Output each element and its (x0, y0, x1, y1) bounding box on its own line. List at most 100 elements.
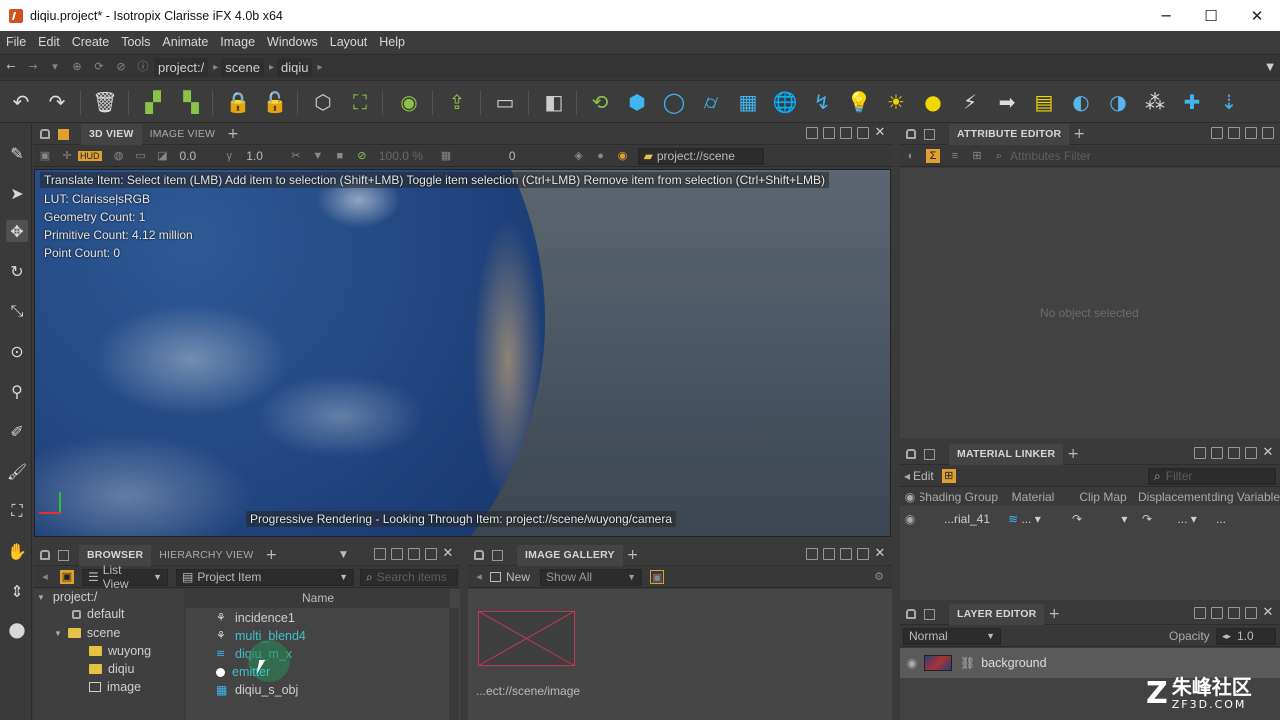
menu-image[interactable]: Image (214, 35, 261, 49)
maximize-panel-icon[interactable] (1245, 607, 1257, 619)
tab-dropdown-icon[interactable]: ▼ (340, 550, 347, 560)
group-icon[interactable]: ▞ (140, 89, 166, 115)
split-horizontal-icon[interactable] (823, 548, 835, 560)
shading-ball-icon[interactable]: ● (6, 617, 28, 641)
globe-icon[interactable]: 🌐 (772, 89, 798, 115)
close-panel-icon[interactable]: ✕ (1262, 446, 1274, 459)
split-horizontal-icon[interactable] (1211, 447, 1223, 459)
paint-icon[interactable]: ✐ (6, 420, 28, 442)
tab-attribute-editor[interactable]: ATTRIBUTE EDITOR (949, 123, 1070, 145)
exposure-value[interactable]: 0.0 (180, 149, 197, 163)
light-bulb-icon[interactable]: 💡 (846, 89, 872, 115)
translate-icon[interactable]: ✥ (6, 220, 28, 242)
exposure-icon[interactable]: ◪ (156, 149, 170, 163)
distant-light-icon[interactable]: ➡ (994, 89, 1020, 115)
list-column-name[interactable]: Name (186, 589, 450, 608)
image-mode-icon[interactable]: ▣ (650, 570, 665, 584)
grid-layout-icon[interactable] (1211, 127, 1223, 139)
gallery-settings-icon[interactable]: ⚙ (872, 570, 886, 584)
list-icon[interactable]: ≡ (948, 149, 962, 163)
isolate-icon[interactable]: ⛶ (347, 89, 373, 115)
gamma-icon[interactable]: γ (222, 149, 236, 163)
add-tab-icon[interactable]: + (627, 547, 639, 563)
close-button[interactable]: ✕ (1234, 0, 1280, 31)
grid-icon[interactable]: ▦ (735, 89, 761, 115)
lock-icon[interactable] (906, 129, 916, 139)
cube-icon[interactable]: ⬢ (624, 89, 650, 115)
sphere-icon[interactable]: ◯ (661, 89, 687, 115)
show-filter-select[interactable]: Show All ▼ (540, 568, 643, 586)
info-icon[interactable]: ⓘ (136, 60, 150, 74)
split-vertical-icon[interactable] (1228, 447, 1240, 459)
scale-icon[interactable]: ⤡ (6, 300, 28, 322)
sphere-display-icon[interactable]: ● (594, 149, 608, 163)
unlock-icon[interactable]: 🔓 (262, 89, 288, 115)
sun-icon[interactable]: ☀ (883, 89, 909, 115)
material-cell[interactable]: ≋ ... ▾ (998, 512, 1068, 526)
display-icon[interactable]: ▭ (134, 149, 148, 163)
clip-map-cell[interactable]: ↷ ▾ (1068, 512, 1138, 526)
new-image-button[interactable]: New (506, 570, 530, 584)
tools-icon[interactable]: ✂ (289, 149, 303, 163)
panel-menu-icon[interactable] (924, 448, 935, 460)
maximize-panel-icon[interactable] (857, 127, 869, 139)
panel-menu-icon[interactable] (924, 608, 935, 620)
zoom-value[interactable]: 100.0 % (379, 149, 423, 163)
split-vertical-icon[interactable] (1245, 127, 1257, 139)
tab-material-linker[interactable]: MATERIAL LINKER (949, 443, 1064, 465)
tree-node-image[interactable]: image (89, 680, 141, 694)
material-linker-row[interactable]: ◉ ...rial_41 ≋ ... ▾ ↷ ▾ ↷ ... ▾ ... (900, 510, 1280, 528)
column-shading-group[interactable]: Shading Group (920, 490, 998, 504)
close-panel-icon[interactable]: ✕ (442, 547, 454, 560)
frame-value[interactable]: 0 (509, 149, 516, 163)
delete-icon[interactable]: 🗑 (92, 89, 118, 115)
lock-icon[interactable] (40, 550, 50, 560)
menu-windows[interactable]: Windows (261, 35, 324, 49)
split-vertical-icon[interactable] (408, 548, 420, 560)
shading-variable-cell[interactable]: ... (1212, 512, 1280, 526)
image-thumbnail[interactable] (478, 611, 576, 667)
frame-icon[interactable]: ⛶ (6, 500, 28, 522)
close-panel-icon[interactable]: ✕ (1262, 606, 1274, 619)
maximize-panel-icon[interactable] (1262, 127, 1274, 139)
maximize-panel-icon[interactable] (425, 548, 437, 560)
breadcrumb-diqiu[interactable]: diqiu (277, 57, 313, 77)
split-vertical-icon[interactable] (840, 548, 852, 560)
home-icon[interactable]: ⊕ (70, 60, 84, 74)
minimize-button[interactable]: ─ (1143, 0, 1189, 31)
add-icon[interactable]: ✚ (1179, 89, 1205, 115)
split-horizontal-icon[interactable] (823, 127, 835, 139)
eye-icon[interactable]: ◐ (904, 149, 918, 163)
add-tab-icon[interactable]: + (1067, 446, 1079, 462)
split-vertical-icon[interactable] (1228, 607, 1240, 619)
add-tab-icon[interactable]: + (1073, 126, 1085, 142)
lock-icon[interactable]: 🔒 (225, 89, 251, 115)
split-horizontal-icon[interactable] (1211, 607, 1223, 619)
message-icon[interactable]: ▭ (492, 89, 518, 115)
camera-icon[interactable]: ■ (333, 149, 347, 163)
menu-create[interactable]: Create (66, 35, 116, 49)
menu-edit[interactable]: Edit (32, 35, 66, 49)
yellow-sphere-icon[interactable]: ● (920, 89, 946, 115)
menu-file[interactable]: File (0, 35, 32, 49)
column-shading-variable[interactable]: Shading Variable (1212, 490, 1280, 504)
close-panel-icon[interactable]: ✕ (874, 547, 886, 560)
history-dropdown-icon[interactable]: ▾ (48, 60, 62, 74)
attributes-filter-input[interactable]: Attributes Filter (1010, 149, 1091, 163)
crosshair-icon[interactable]: ✛ (60, 149, 74, 163)
material-filter-input[interactable]: ⌕ Filter (1148, 467, 1276, 485)
blend-mode-select[interactable]: Normal ▼ (903, 627, 1001, 645)
maximize-button[interactable]: ☐ (1188, 0, 1234, 31)
eye-icon[interactable]: ◉ (900, 512, 920, 526)
tree-node-project[interactable]: ▼ project:/ (37, 590, 97, 604)
stop-icon[interactable]: ⊘ (114, 60, 128, 74)
tab-layer-editor[interactable]: LAYER EDITOR (949, 603, 1045, 625)
context-selector[interactable]: ▰ project://scene (637, 147, 764, 165)
close-panel-icon[interactable]: ✕ (874, 126, 886, 139)
area-light-icon[interactable]: ▤ (1031, 89, 1057, 115)
split-horizontal-icon[interactable] (391, 548, 403, 560)
brush-icon[interactable]: 🖌 (6, 460, 28, 482)
cylinder-icon[interactable]: ⌭ (698, 89, 724, 115)
instance-icon[interactable]: ◧ (541, 89, 567, 115)
layer-row-background[interactable]: ◉ ⛓ background (900, 648, 1280, 678)
